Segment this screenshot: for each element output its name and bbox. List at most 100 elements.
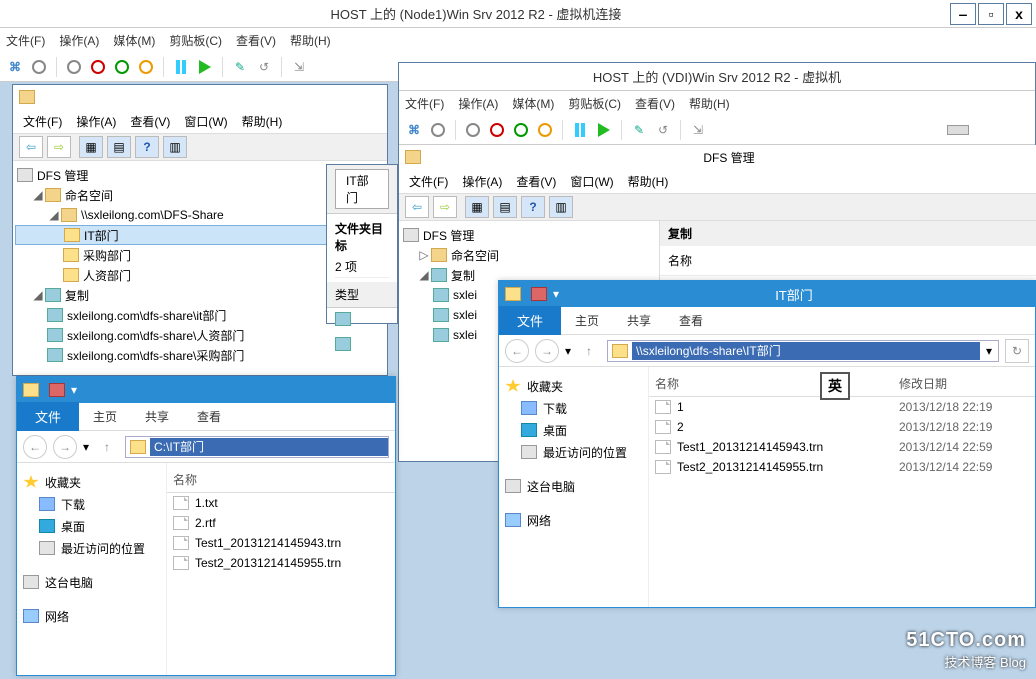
file-row[interactable]: 22013/12/18 22:19 (649, 417, 1035, 437)
menu-view[interactable]: 查看(V) (130, 113, 170, 130)
sidebar-recent[interactable]: 最近访问的位置 (505, 441, 642, 463)
menu-file[interactable]: 文件(F) (405, 95, 444, 112)
tb-icon[interactable] (30, 58, 48, 76)
tb-stop-icon[interactable] (65, 58, 83, 76)
menu-file[interactable]: 文件(F) (409, 173, 448, 190)
menu-view[interactable]: 查看(V) (516, 173, 556, 190)
sidebar-recent[interactable]: 最近访问的位置 (23, 537, 160, 559)
menu-clipboard[interactable]: 剪贴板(C) (568, 95, 621, 112)
col-name[interactable]: 名称 (655, 371, 899, 396)
tb-shutdown-icon[interactable] (488, 121, 506, 139)
menu-view[interactable]: 查看(V) (236, 32, 276, 49)
toolbar-btn-3[interactable]: ▥ (163, 136, 187, 158)
tree-dfs-root[interactable]: DFS 管理 (401, 225, 657, 245)
menu-action[interactable]: 操作(A) (462, 173, 502, 190)
up-button[interactable]: ↑ (95, 435, 119, 459)
menu-action[interactable]: 操作(A) (76, 113, 116, 130)
menu-action[interactable]: 操作(A) (59, 32, 99, 49)
tb-revert-icon[interactable]: ↺ (654, 121, 672, 139)
tab-file[interactable]: 文件 (499, 306, 561, 335)
file-row[interactable]: Test2_20131214145955.trn2013/12/14 22:59 (649, 457, 1035, 477)
ctrl-alt-del-icon[interactable]: ⌘ (6, 58, 24, 76)
tb-share-icon[interactable]: ⇲ (689, 121, 707, 139)
collapse-icon[interactable]: ◢ (31, 288, 45, 302)
menu-help[interactable]: 帮助(H) (290, 32, 331, 49)
tb-revert-icon[interactable]: ↺ (255, 58, 273, 76)
menu-action[interactable]: 操作(A) (458, 95, 498, 112)
col-date[interactable]: 修改日期 (899, 371, 1029, 396)
dropdown-icon[interactable]: ▾ (71, 383, 77, 397)
tb-save-icon[interactable] (512, 121, 530, 139)
collapse-icon[interactable]: ◢ (31, 188, 45, 202)
expand-icon[interactable]: ▷ (417, 248, 431, 262)
toolbar-btn-2[interactable]: ▤ (107, 136, 131, 158)
menu-media[interactable]: 媒体(M) (113, 32, 155, 49)
sidebar-favorites[interactable]: 收藏夹 (23, 471, 160, 493)
tb-pause-icon[interactable] (172, 58, 190, 76)
ime-indicator[interactable]: 英 (820, 372, 850, 400)
file-row[interactable]: 12013/12/18 22:19 (649, 397, 1035, 417)
tb-pause-icon[interactable] (571, 121, 589, 139)
back-button[interactable]: ⇦ (405, 196, 429, 218)
sidebar-network[interactable]: 网络 (505, 509, 642, 531)
maximize-button[interactable]: ▫ (978, 3, 1004, 25)
menu-file[interactable]: 文件(F) (6, 32, 45, 49)
sidebar-desktop[interactable]: 桌面 (23, 515, 160, 537)
tb-shutdown-icon[interactable] (89, 58, 107, 76)
tb-icon[interactable] (429, 121, 447, 139)
file-row[interactable]: Test1_20131214145943.trn (167, 533, 395, 553)
file-row[interactable]: 2.rtf (167, 513, 395, 533)
menu-help[interactable]: 帮助(H) (628, 173, 669, 190)
tab-home[interactable]: 主页 (79, 403, 131, 430)
up-button[interactable]: ↑ (577, 339, 601, 363)
close-button[interactable]: x (1006, 3, 1032, 25)
tab-share[interactable]: 共享 (613, 307, 665, 334)
tb-share-icon[interactable]: ⇲ (290, 58, 308, 76)
tb-checkpoint-icon[interactable]: ✎ (630, 121, 648, 139)
menu-media[interactable]: 媒体(M) (512, 95, 554, 112)
file-row[interactable]: 1.txt (167, 493, 395, 513)
forward-button[interactable]: ⇨ (47, 136, 71, 158)
sidebar-downloads[interactable]: 下载 (505, 397, 642, 419)
ctrl-alt-del-icon[interactable]: ⌘ (405, 121, 423, 139)
address-bar[interactable] (125, 436, 389, 458)
history-dropdown-icon[interactable]: ▾ (83, 440, 89, 454)
back-button[interactable]: ← (505, 339, 529, 363)
toolbar-btn-2[interactable]: ▤ (493, 196, 517, 218)
dropdown-icon[interactable]: ▾ (980, 344, 998, 358)
tb-reset-icon[interactable] (137, 58, 155, 76)
menu-help[interactable]: 帮助(H) (242, 113, 283, 130)
history-dropdown-icon[interactable]: ▾ (565, 344, 571, 358)
minimize-button[interactable]: ‒ (950, 3, 976, 25)
col-name[interactable]: 名称 (173, 467, 389, 492)
tb-start-icon[interactable] (595, 121, 613, 139)
sidebar-pc[interactable]: 这台电脑 (505, 475, 642, 497)
file-row[interactable]: Test2_20131214145955.trn (167, 553, 395, 573)
refresh-button[interactable]: ↻ (1005, 339, 1029, 363)
sidebar-favorites[interactable]: 收藏夹 (505, 375, 642, 397)
tb-checkpoint-icon[interactable]: ✎ (231, 58, 249, 76)
collapse-icon[interactable]: ◢ (47, 208, 61, 222)
menu-clipboard[interactable]: 剪贴板(C) (169, 32, 222, 49)
menu-file[interactable]: 文件(F) (23, 113, 62, 130)
sidebar-downloads[interactable]: 下载 (23, 493, 160, 515)
file-row[interactable]: Test1_20131214145943.trn2013/12/14 22:59 (649, 437, 1035, 457)
back-button[interactable]: ← (23, 435, 47, 459)
address-input[interactable] (632, 342, 980, 360)
menu-window[interactable]: 窗口(W) (184, 113, 227, 130)
collapse-icon[interactable]: ◢ (417, 268, 431, 282)
tab-view[interactable]: 查看 (665, 307, 717, 334)
toolbar-btn-1[interactable]: ▦ (465, 196, 489, 218)
forward-button[interactable]: → (53, 435, 77, 459)
menu-view[interactable]: 查看(V) (635, 95, 675, 112)
back-button[interactable]: ⇦ (19, 136, 43, 158)
tree-namespace[interactable]: ▷命名空间 (401, 245, 657, 265)
tab-view[interactable]: 查看 (183, 403, 235, 430)
address-bar[interactable]: ▾ (607, 340, 999, 362)
menu-help[interactable]: 帮助(H) (689, 95, 730, 112)
forward-button[interactable]: ⇨ (433, 196, 457, 218)
sidebar-network[interactable]: 网络 (23, 605, 160, 627)
address-input[interactable] (150, 438, 388, 456)
sidebar-pc[interactable]: 这台电脑 (23, 571, 160, 593)
toolbar-btn-3[interactable]: ▥ (549, 196, 573, 218)
